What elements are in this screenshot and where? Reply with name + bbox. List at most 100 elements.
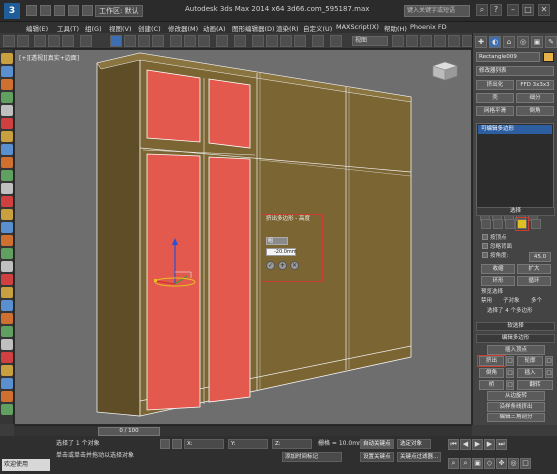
- modifier-list-dropdown[interactable]: 修改器列表: [476, 66, 554, 76]
- play-icon[interactable]: ▶: [472, 439, 483, 450]
- inset-settings-button[interactable]: □: [545, 368, 553, 378]
- menu-graph-editors[interactable]: 图形编辑器(D): [232, 23, 275, 33]
- modifier-button[interactable]: 细分: [516, 93, 554, 103]
- angle-value-input[interactable]: 45.0: [529, 252, 551, 262]
- plugin-tool-icon[interactable]: [1, 235, 13, 246]
- maxscript-listener[interactable]: 欢迎使用 MAXSc: [2, 459, 50, 474]
- snap-icon[interactable]: [252, 35, 264, 47]
- plugin-tool-icon[interactable]: [1, 157, 13, 168]
- tab-hierarchy[interactable]: ⌂: [503, 36, 515, 48]
- plugin-tool-icon[interactable]: [1, 339, 13, 350]
- rotate-icon[interactable]: [184, 35, 196, 47]
- tab-modify[interactable]: ◐: [489, 36, 501, 48]
- menu-views[interactable]: 视图(V): [109, 23, 132, 33]
- edit-polygons-rollout-header[interactable]: 编辑多边形: [476, 334, 555, 343]
- vertex-mode-icon[interactable]: [481, 219, 491, 229]
- layer-manager-icon[interactable]: [406, 35, 418, 47]
- plugin-tool-icon[interactable]: [1, 248, 13, 259]
- polygon-mode-icon[interactable]: [517, 219, 527, 229]
- menu-edit[interactable]: 编辑(E): [26, 23, 48, 33]
- ring-button[interactable]: 环形: [481, 276, 515, 286]
- previous-frame-icon[interactable]: ◀: [460, 439, 471, 450]
- named-selection-icon[interactable]: [312, 35, 324, 47]
- move-icon[interactable]: [170, 35, 182, 47]
- redo-tool-icon[interactable]: [17, 35, 29, 47]
- time-slider-handle[interactable]: 0 / 100: [98, 427, 160, 436]
- menu-help[interactable]: 帮助(H): [384, 23, 407, 33]
- save-file-icon[interactable]: [54, 5, 65, 16]
- shrink-button[interactable]: 收缩: [481, 264, 515, 274]
- menu-customize[interactable]: 自定义(U): [303, 23, 332, 33]
- tab-create[interactable]: ✚: [475, 36, 487, 48]
- link-icon[interactable]: [34, 35, 46, 47]
- cancel-button[interactable]: ✕: [290, 261, 299, 270]
- plugin-tool-icon[interactable]: [1, 118, 13, 129]
- bind-space-warp-icon[interactable]: [62, 35, 74, 47]
- z-coordinate-field[interactable]: Z:: [272, 439, 312, 449]
- menu-create[interactable]: 创建(C): [138, 23, 161, 33]
- plugin-tool-icon[interactable]: [1, 378, 13, 389]
- help-icon[interactable]: ?: [490, 4, 502, 16]
- select-by-name-icon[interactable]: [124, 35, 136, 47]
- bridge-button[interactable]: 桥: [479, 380, 504, 390]
- stack-item-editable-poly[interactable]: 可编辑多边形: [478, 125, 552, 134]
- edit-triangulation-button[interactable]: 编辑三角剖分: [487, 413, 545, 422]
- mirror-icon[interactable]: [330, 35, 342, 47]
- edge-mode-icon[interactable]: [493, 219, 503, 229]
- key-filters-button[interactable]: 关键点过滤器...: [397, 452, 441, 462]
- plugin-tool-icon[interactable]: [1, 352, 13, 363]
- field-of-view-icon[interactable]: ◇: [484, 458, 495, 469]
- plugin-tool-icon[interactable]: [1, 274, 13, 285]
- modifier-stack[interactable]: 可编辑多边形: [476, 123, 554, 209]
- spinner-snap-icon[interactable]: [294, 35, 306, 47]
- plugin-tool-icon[interactable]: [1, 105, 13, 116]
- preview-multi-radio[interactable]: 多个: [531, 297, 542, 305]
- bridge-settings-button[interactable]: □: [506, 380, 514, 390]
- menu-modifiers[interactable]: 修改器(M): [168, 23, 198, 33]
- bevel-settings-button[interactable]: □: [506, 368, 514, 378]
- selection-rollout-header[interactable]: 选择: [476, 207, 555, 216]
- wardrobe-side-panel[interactable]: [96, 52, 141, 417]
- element-mode-icon[interactable]: [531, 219, 541, 229]
- selected-polygon-bottom-right[interactable]: [208, 156, 251, 403]
- plugin-tool-icon[interactable]: [1, 404, 13, 415]
- plugin-tool-icon[interactable]: [1, 196, 13, 207]
- inset-button[interactable]: 插入: [517, 368, 543, 378]
- minimize-icon[interactable]: –: [507, 4, 519, 16]
- app-logo-icon[interactable]: 3: [4, 3, 20, 19]
- flip-button[interactable]: 翻转: [517, 380, 553, 390]
- menu-phoenix[interactable]: Phoenix FD: [410, 23, 447, 31]
- plugin-tool-icon[interactable]: [1, 287, 13, 298]
- modifier-button[interactable]: 挤出化: [476, 80, 514, 90]
- menu-maxscript[interactable]: MAXScript(X): [336, 23, 379, 31]
- reference-coord-icon[interactable]: [216, 35, 228, 47]
- grow-button[interactable]: 扩大: [517, 264, 551, 274]
- selection-filter-icon[interactable]: [80, 35, 92, 47]
- open-file-icon[interactable]: [40, 5, 51, 16]
- by-angle-checkbox[interactable]: 按角度:: [482, 252, 508, 260]
- lock-selection-icon[interactable]: [160, 439, 170, 449]
- go-to-start-icon[interactable]: ⏮: [448, 439, 459, 450]
- plugin-tool-icon[interactable]: [1, 92, 13, 103]
- selected-set-dropdown[interactable]: 选定对象: [397, 439, 431, 449]
- plugin-tool-icon[interactable]: [1, 183, 13, 194]
- preview-subobject-radio[interactable]: 子对象: [503, 297, 520, 305]
- menu-group[interactable]: 组(G): [85, 23, 102, 33]
- outline-button[interactable]: 轮廓: [517, 356, 543, 366]
- undo-icon[interactable]: [68, 5, 79, 16]
- auto-key-button[interactable]: 自动关键点: [360, 439, 394, 449]
- go-to-end-icon[interactable]: ⏭: [496, 439, 507, 450]
- menu-animation[interactable]: 动画(A): [203, 23, 226, 33]
- object-name-field[interactable]: Rectangle009: [476, 52, 540, 62]
- bevel-button[interactable]: 倒角: [479, 368, 504, 378]
- plugin-tool-icon[interactable]: [1, 79, 13, 90]
- modifier-button[interactable]: FFD 3x3x3: [516, 80, 554, 90]
- window-crossing-icon[interactable]: [152, 35, 164, 47]
- ignore-backfacing-checkbox[interactable]: 忽略背面: [482, 243, 512, 251]
- loop-button[interactable]: 循环: [517, 276, 551, 286]
- extrude-type-dropdown[interactable]: 组: [266, 237, 288, 245]
- plugin-tool-icon[interactable]: [1, 326, 13, 337]
- perspective-viewport[interactable]: [+][透视][真实+边面] 挤出多边形 - 高度 组 -20.0mm ✓ + …: [14, 49, 472, 425]
- add-time-tag-button[interactable]: 添加时间标记: [282, 452, 342, 462]
- by-vertex-checkbox[interactable]: 按顶点: [482, 234, 507, 242]
